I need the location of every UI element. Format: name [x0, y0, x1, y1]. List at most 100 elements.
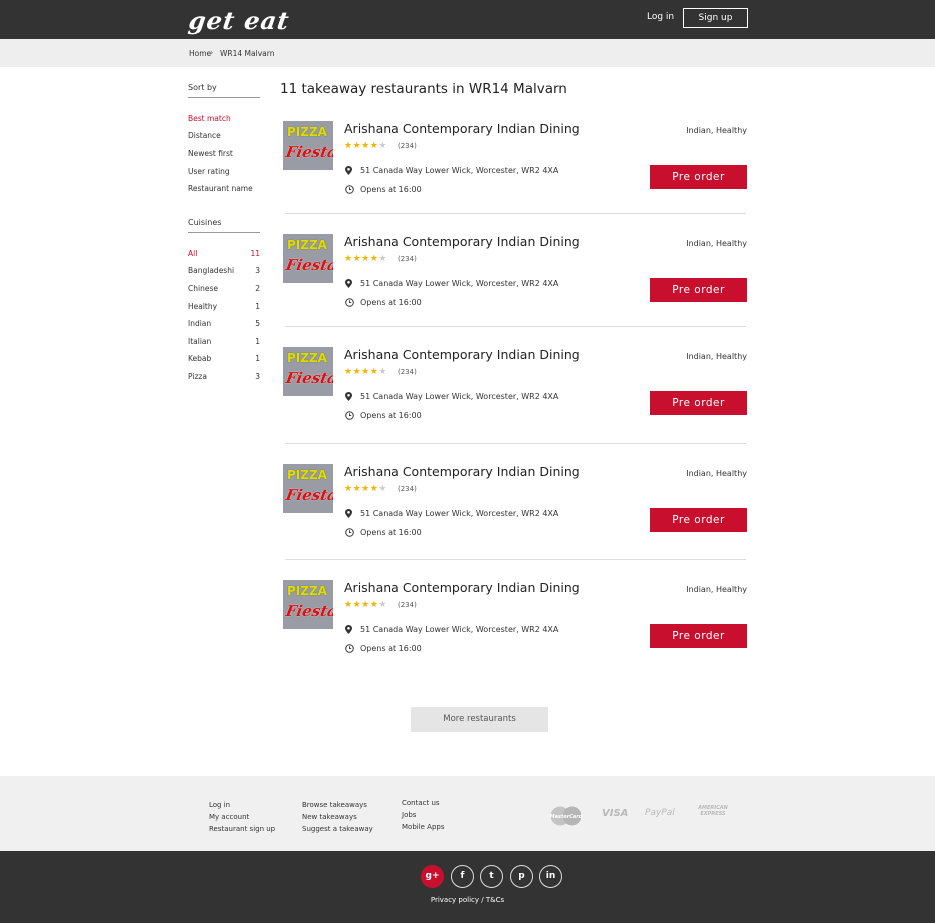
footer-links-area	[0, 776, 935, 851]
review-count[interactable]: (234)	[398, 601, 417, 609]
restaurant-logo[interactable]: PIZZA Fiesta	[283, 121, 333, 170]
star-icon: ★	[361, 367, 370, 377]
pre-order-button[interactable]: Pre order	[650, 278, 747, 302]
sort-option-best-match[interactable]: Best match	[188, 114, 231, 123]
sort-option-name[interactable]: Restaurant name	[188, 184, 253, 193]
restaurant-card[interactable]: PIZZA Fiesta Arishana Contemporary India…	[283, 464, 748, 574]
star-icon: ★	[378, 484, 387, 494]
restaurant-card[interactable]: PIZZA Fiesta Arishana Contemporary India…	[283, 347, 748, 457]
review-count[interactable]: (234)	[398, 255, 417, 263]
footer-jobs-link[interactable]: Jobs	[402, 811, 416, 819]
restaurant-cuisines: Indian, Healthy	[686, 469, 747, 478]
restaurant-name[interactable]: Arishana Contemporary Indian Dining	[344, 121, 580, 136]
restaurant-card[interactable]: PIZZA Fiesta Arishana Contemporary India…	[283, 121, 748, 231]
sort-option-rating[interactable]: User rating	[188, 167, 230, 176]
cuisine-count: 2	[255, 284, 260, 293]
cuisine-filter-pizza[interactable]: Pizza	[188, 372, 207, 381]
clock-icon	[345, 185, 354, 194]
restaurant-cuisines: Indian, Healthy	[686, 239, 747, 248]
cuisine-filter-indian[interactable]: Indian	[188, 319, 211, 328]
results-heading: 11 takeaway restaurants in WR14 Malvarn	[280, 81, 567, 97]
breadcrumb-home[interactable]: Home	[189, 49, 211, 58]
star-icon: ★	[361, 600, 370, 610]
review-count[interactable]: (234)	[398, 368, 417, 376]
star-icon: ★	[352, 484, 362, 494]
footer-restaurant-signup-link[interactable]: Restaurant sign up	[209, 825, 275, 833]
logo-text-bottom: Fiesta	[284, 602, 333, 620]
footer-login-link[interactable]: Log in	[209, 801, 230, 809]
cuisine-filter-all[interactable]: All	[188, 249, 197, 258]
pinterest-icon[interactable]: p	[510, 865, 533, 888]
opening-time: Opens at 16:00	[360, 298, 422, 307]
footer-contact-link[interactable]: Contact us	[402, 799, 440, 807]
signup-button[interactable]: Sign up	[683, 8, 748, 28]
cuisine-filter-chinese[interactable]: Chinese	[188, 284, 218, 293]
site-logo[interactable]: get eat	[187, 6, 291, 35]
restaurant-logo[interactable]: PIZZA Fiesta	[283, 580, 333, 629]
cuisine-count: 5	[255, 319, 260, 328]
restaurant-card[interactable]: PIZZA Fiesta Arishana Contemporary India…	[283, 234, 748, 344]
logo-text-bottom: Fiesta	[284, 486, 333, 504]
restaurant-address: 51 Canada Way Lower Wick, Worcester, WR2…	[360, 166, 559, 175]
restaurant-name[interactable]: Arishana Contemporary Indian Dining	[344, 464, 580, 479]
map-pin-icon	[345, 625, 352, 634]
restaurant-logo[interactable]: PIZZA Fiesta	[283, 347, 333, 396]
footer-new-link[interactable]: New takeaways	[302, 813, 357, 821]
review-count[interactable]: (234)	[398, 142, 417, 150]
card-divider	[285, 443, 746, 444]
google-plus-icon[interactable]: g+	[421, 865, 444, 888]
cuisine-count: 3	[255, 266, 260, 275]
privacy-terms-link[interactable]: Privacy policy / T&Cs	[0, 896, 935, 904]
star-icon: ★	[378, 141, 387, 151]
star-icon: ★	[378, 367, 387, 377]
footer-mobile-apps-link[interactable]: Mobile Apps	[402, 823, 445, 831]
restaurant-card[interactable]: PIZZA Fiesta Arishana Contemporary India…	[283, 580, 748, 690]
cuisine-filter-bangladeshi[interactable]: Bangladeshi	[188, 266, 234, 275]
restaurant-name[interactable]: Arishana Contemporary Indian Dining	[344, 347, 580, 362]
sort-title: Sort by	[188, 83, 217, 92]
map-pin-icon	[345, 392, 352, 401]
sort-divider	[188, 97, 260, 98]
cuisine-filter-healthy[interactable]: Healthy	[188, 302, 217, 311]
restaurant-address: 51 Canada Way Lower Wick, Worcester, WR2…	[360, 509, 559, 518]
cuisine-count: 3	[255, 372, 260, 381]
restaurant-name[interactable]: Arishana Contemporary Indian Dining	[344, 580, 580, 595]
star-rating: ★★★★★	[344, 254, 387, 264]
restaurant-cuisines: Indian, Healthy	[686, 585, 747, 594]
cuisine-filter-kebab[interactable]: Kebab	[188, 354, 211, 363]
star-icon: ★	[361, 141, 370, 151]
star-icon: ★	[378, 254, 387, 264]
logo-text-bottom: Fiesta	[284, 143, 333, 161]
twitter-icon[interactable]: t	[480, 865, 503, 888]
star-icon: ★	[361, 484, 370, 494]
footer-account-link[interactable]: My account	[209, 813, 249, 821]
footer-suggest-link[interactable]: Suggest a takeaway	[302, 825, 373, 833]
cuisine-count: 11	[250, 249, 260, 258]
star-rating: ★★★★★	[344, 141, 387, 151]
cuisine-filter-italian[interactable]: Italian	[188, 337, 211, 346]
star-rating: ★★★★★	[344, 600, 387, 610]
star-rating: ★★★★★	[344, 367, 387, 377]
facebook-icon[interactable]: f	[451, 865, 474, 888]
login-link[interactable]: Log in	[647, 12, 674, 22]
pre-order-button[interactable]: Pre order	[650, 508, 747, 532]
more-restaurants-button[interactable]: More restaurants	[411, 707, 548, 732]
restaurant-name[interactable]: Arishana Contemporary Indian Dining	[344, 234, 580, 249]
restaurant-address: 51 Canada Way Lower Wick, Worcester, WR2…	[360, 625, 559, 634]
restaurant-logo[interactable]: PIZZA Fiesta	[283, 464, 333, 513]
pre-order-button[interactable]: Pre order	[650, 165, 747, 189]
logo-text-top: PIZZA	[287, 125, 327, 139]
restaurant-logo[interactable]: PIZZA Fiesta	[283, 234, 333, 283]
sort-option-newest[interactable]: Newest first	[188, 149, 233, 158]
sort-option-distance[interactable]: Distance	[188, 131, 221, 140]
star-icon: ★	[352, 141, 362, 151]
breadcrumb-current: WR14 Malvarn	[220, 49, 275, 58]
clock-icon	[345, 644, 354, 653]
amex-icon: AMERICAN EXPRESS	[698, 805, 728, 817]
linkedin-icon[interactable]: in	[539, 865, 562, 888]
review-count[interactable]: (234)	[398, 485, 417, 493]
logo-text-bottom: Fiesta	[284, 369, 333, 387]
footer-browse-link[interactable]: Browse takeaways	[302, 801, 367, 809]
pre-order-button[interactable]: Pre order	[650, 391, 747, 415]
pre-order-button[interactable]: Pre order	[650, 624, 747, 648]
